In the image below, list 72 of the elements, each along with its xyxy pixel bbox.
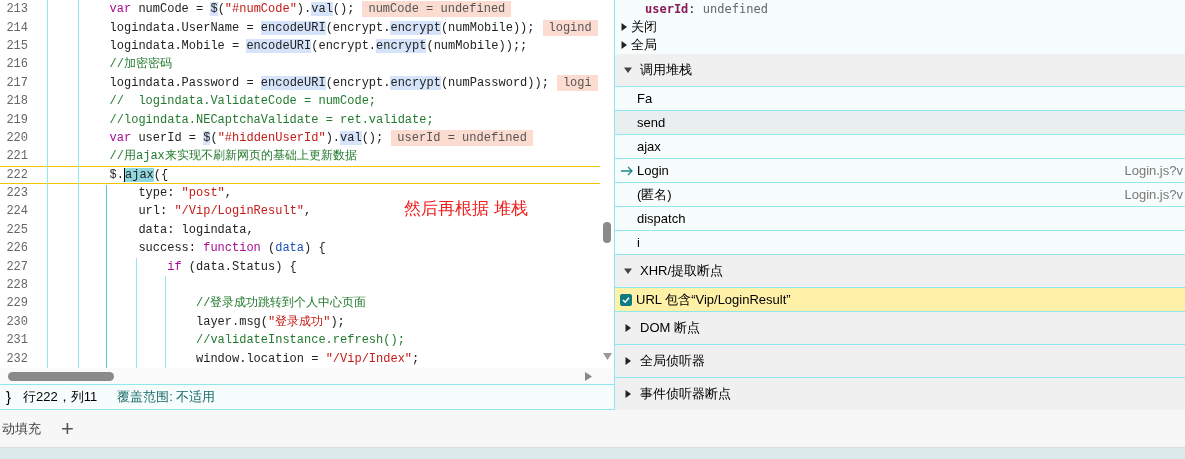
- code-line: //用ajax来实现不刷新网页的基础上更新数据: [108, 148, 357, 166]
- cursor-position: 行222，列11: [23, 388, 98, 407]
- annotation-note: 然后再根据 堆栈: [404, 198, 528, 220]
- line-number: 229: [5, 295, 29, 313]
- code-line: window.location = "/Vip/Index";: [195, 350, 420, 368]
- line-number: 218: [5, 93, 29, 111]
- inline-value-badge: logind: [542, 19, 598, 36]
- code-line: if (data.Status) {: [166, 258, 297, 276]
- code-line: type: "post",: [137, 185, 233, 203]
- line-number: 227: [5, 258, 29, 276]
- line-number: 223: [5, 185, 29, 203]
- section-header[interactable]: 事件侦听器断点: [615, 378, 1185, 410]
- line-number: 224: [5, 203, 29, 221]
- scope-variable: userId: undefined: [645, 1, 768, 18]
- code-line: url: "/Vip/LoginResult",: [137, 203, 312, 221]
- line-number: 228: [5, 277, 29, 295]
- scroll-right-icon[interactable]: [585, 371, 592, 381]
- arrow-icon: [621, 165, 633, 176]
- expand-triangle-icon[interactable]: [624, 357, 632, 365]
- inline-value-badge: logi: [556, 74, 598, 91]
- code-line: //logindata.NECaptchaValidate = ret.validate;: [108, 111, 434, 129]
- line-number: 216: [5, 56, 29, 74]
- code-line: // logindata.ValidateCode = numCode;: [108, 93, 377, 111]
- scrollbar-thumb[interactable]: [603, 222, 611, 243]
- line-number: 214: [5, 19, 29, 37]
- checkbox[interactable]: [620, 293, 632, 306]
- scope-group[interactable]: 全局: [631, 35, 657, 55]
- horizontal-scrollbar-thumb[interactable]: [8, 371, 114, 381]
- code-line: logindata.Mobile = encodeURI(encrypt.encrypt(numMobile));;: [108, 37, 528, 55]
- expand-triangle-icon[interactable]: [620, 41, 628, 49]
- line-number: 219: [5, 111, 29, 129]
- line-number: 232: [5, 350, 29, 368]
- format-brace-button[interactable]: }: [6, 385, 11, 409]
- expand-triangle-icon[interactable]: [624, 390, 632, 398]
- line-number: 213: [5, 1, 29, 19]
- line-number: 222: [5, 166, 29, 184]
- scope-group[interactable]: 关闭: [631, 17, 657, 37]
- call-stack-frame[interactable]: send: [615, 111, 1185, 135]
- code-line: $.ajax({: [108, 166, 169, 184]
- code-line: logindata.UserName = encodeURI(encrypt.encrypt(numMobile));: [108, 19, 535, 37]
- section-header[interactable]: XHR/提取断点: [615, 255, 1185, 288]
- code-line: //validateInstance.refresh();: [195, 332, 405, 350]
- line-number: 217: [5, 74, 29, 92]
- expand-triangle-icon[interactable]: [620, 23, 628, 31]
- collapse-triangle-icon[interactable]: [624, 267, 632, 275]
- drawer-tab[interactable]: 动填充: [2, 418, 41, 439]
- line-number: 230: [5, 313, 29, 331]
- collapse-triangle-icon[interactable]: [624, 66, 632, 74]
- coverage-status[interactable]: 覆盖范围: 不适用: [117, 387, 216, 407]
- add-tab-button[interactable]: +: [61, 417, 74, 440]
- line-number: 231: [5, 332, 29, 350]
- breakpoint-label: URL 包含“Vip/LoginResult”: [636, 290, 791, 309]
- section-header[interactable]: 调用堆栈: [615, 54, 1185, 87]
- code-line: var userId = $("#hiddenUserId").val();: [108, 129, 384, 147]
- inline-value-badge: numCode = undefined: [362, 1, 512, 18]
- inline-value-badge: userId = undefined: [391, 129, 533, 146]
- code-line: //加密密码: [108, 56, 172, 74]
- expand-triangle-icon[interactable]: [624, 324, 632, 332]
- section-header[interactable]: DOM 断点: [615, 312, 1185, 345]
- line-number: 226: [5, 240, 29, 258]
- code-line: logindata.Password = encodeURI(encrypt.encrypt(numPassword));: [108, 74, 549, 92]
- code-line: data: logindata,: [137, 221, 254, 239]
- code-line: layer.msg("登录成功");: [195, 313, 345, 331]
- code-line: //登录成功跳转到个人中心页面: [195, 295, 367, 313]
- line-number: 225: [5, 221, 29, 239]
- line-number: 215: [5, 37, 29, 55]
- line-number: 221: [5, 148, 29, 166]
- scroll-down-icon[interactable]: [602, 353, 612, 360]
- code-line: var numCode = $("#numCode").val();: [108, 1, 355, 19]
- code-line: success: function (data) {: [137, 240, 326, 258]
- section-header[interactable]: 全局侦听器: [615, 345, 1185, 378]
- line-number: 220: [5, 129, 29, 147]
